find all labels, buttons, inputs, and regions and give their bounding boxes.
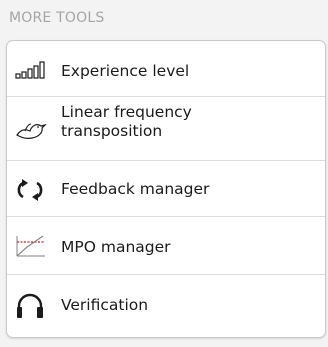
more-tools-header: MORE TOOLS [9, 10, 105, 26]
tool-label-mpo-manager: MPO manager [61, 238, 171, 256]
tool-item-feedback-manager[interactable]: Feedback manager [7, 161, 325, 217]
tool-item-linear-frequency-transposition[interactable]: Linear frequency transposition [7, 97, 325, 161]
tool-item-verification[interactable]: Verification [7, 275, 325, 337]
tool-label-linear-frequency-transposition: Linear frequency transposition [61, 103, 261, 141]
tool-label-experience-level: Experience level [61, 62, 190, 80]
bird-icon [13, 116, 47, 142]
tool-item-mpo-manager[interactable]: MPO manager [7, 217, 325, 275]
label-line-2: transposition [61, 122, 163, 140]
more-tools-panel: Experience level Linear frequency transp… [6, 40, 326, 338]
tool-item-experience-level[interactable]: Experience level [7, 41, 325, 97]
label-line-1: Linear frequency [61, 103, 192, 121]
refresh-arrows-icon [13, 176, 47, 202]
tool-label-verification: Verification [61, 296, 149, 314]
tool-label-feedback-manager: Feedback manager [61, 180, 210, 198]
mpo-graph-icon [13, 233, 47, 259]
headphone-icon [13, 292, 47, 318]
signal-bars-icon [13, 56, 47, 82]
